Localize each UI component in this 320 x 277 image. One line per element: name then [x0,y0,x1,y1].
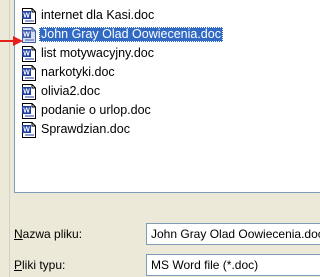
svg-text:W: W [23,12,30,19]
file-name: internet dla Kasi.doc [41,8,155,22]
file-name-label-mnemonic: N [14,227,23,241]
file-item[interactable]: W Sprawdzian.doc [21,120,223,139]
file-name-label: Nazwa pliku: [14,227,82,241]
file-item[interactable]: W podanie o urlop.doc [21,101,223,120]
word-doc-icon: W [22,83,36,100]
svg-text:W: W [23,88,30,95]
file-item[interactable]: W list motywacyjny.doc [21,44,223,63]
file-type-select[interactable]: MS Word file (*.doc) [146,254,320,276]
file-list[interactable]: W internet dla Kasi.doc W John Gray Olad… [21,6,223,139]
svg-text:W: W [23,126,30,133]
word-doc-icon: W [22,102,36,119]
svg-text:W: W [23,31,30,38]
file-type-label: Pliki typu: [14,258,65,272]
file-name: olivia2.doc [41,84,101,98]
file-name-label-text: azwa pliku: [22,227,83,241]
file-name-input[interactable]: John Gray Olad Oowiecenia.doc [146,223,320,245]
red-pointer-arrow-icon [0,36,23,46]
svg-text:W: W [23,69,30,76]
file-name: John Gray Olad Oowiecenia.doc [39,27,223,42]
word-doc-icon: W [22,64,36,81]
file-type-label-mnemonic: P [14,258,23,272]
file-item[interactable]: W narkotyki.doc [21,63,223,82]
file-name: narkotyki.doc [41,65,115,79]
svg-text:W: W [23,50,30,57]
file-name-row: Nazwa pliku: John Gray Olad Oowiecenia.d… [14,223,320,245]
file-item[interactable]: W internet dla Kasi.doc [21,6,223,25]
file-name: Sprawdzian.doc [41,122,130,136]
file-type-label-text: liki typu: [22,258,66,272]
file-type-row: Pliki typu: MS Word file (*.doc) [14,254,320,276]
word-doc-icon: W [22,45,36,62]
file-item-selected[interactable]: W John Gray Olad Oowiecenia.doc [21,25,223,44]
svg-text:W: W [23,107,30,114]
file-item[interactable]: W olivia2.doc [21,82,223,101]
file-name: podanie o urlop.doc [41,103,151,117]
word-doc-icon: W [22,121,36,138]
file-name: list motywacyjny.doc [41,46,154,60]
file-list-panel[interactable]: W internet dla Kasi.doc W John Gray Olad… [14,0,320,193]
word-doc-icon: W [22,7,36,24]
